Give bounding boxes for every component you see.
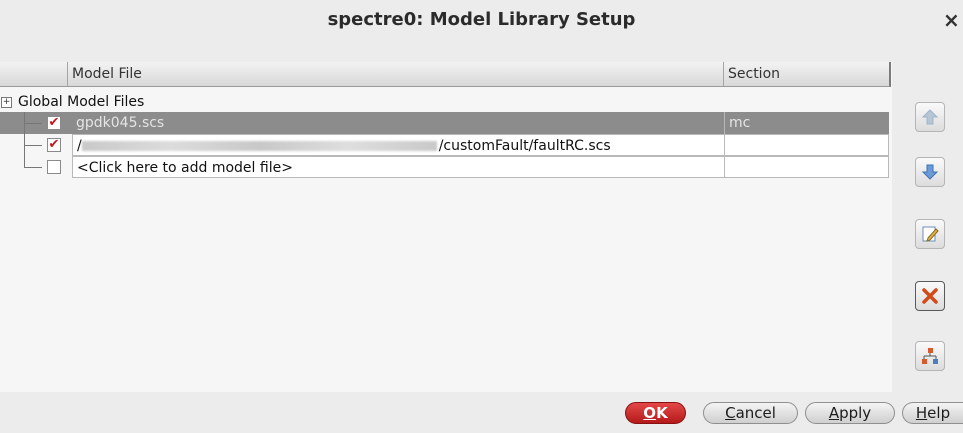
tree-connector bbox=[24, 112, 42, 134]
section-cell[interactable]: mc bbox=[724, 112, 889, 134]
redacted-path bbox=[81, 141, 437, 151]
ok-button[interactable]: OK bbox=[625, 402, 686, 424]
file-path-suffix: /customFault/faultRC.scs bbox=[438, 138, 611, 154]
section-cell[interactable] bbox=[724, 134, 889, 156]
global-model-files-group[interactable]: + Global Model Files bbox=[0, 93, 144, 111]
model-file-table: Model File Section + Global Model Files ✔… bbox=[0, 62, 892, 393]
window-title: spectre0: Model Library Setup bbox=[327, 9, 636, 30]
enable-checkbox[interactable]: ✔ bbox=[47, 138, 61, 152]
apply-button[interactable]: Apply bbox=[805, 402, 895, 424]
move-down-button[interactable] bbox=[915, 157, 945, 187]
title-bar: spectre0: Model Library Setup × bbox=[0, 0, 963, 46]
model-file-cell[interactable]: gpdk045.scs bbox=[72, 112, 724, 134]
column-header-section[interactable]: Section bbox=[724, 62, 889, 86]
delete-button[interactable] bbox=[915, 281, 945, 311]
close-icon[interactable]: × bbox=[943, 10, 960, 30]
group-label: Global Model Files bbox=[18, 94, 145, 110]
edit-icon bbox=[922, 226, 939, 242]
edit-button[interactable] bbox=[915, 219, 945, 249]
tree-icon bbox=[922, 348, 938, 364]
dialog-buttons: OK Cancel Apply Help bbox=[0, 392, 963, 433]
table-row[interactable]: ✔ //customFault/faultRC.scs bbox=[0, 134, 889, 156]
section-cell[interactable] bbox=[724, 156, 889, 178]
side-toolbar bbox=[896, 62, 963, 392]
table-row[interactable]: ✔ gpdk045.scs mc bbox=[0, 112, 889, 134]
help-button[interactable]: Help bbox=[902, 402, 963, 424]
table-header: Model File Section bbox=[0, 62, 891, 87]
move-up-button[interactable] bbox=[915, 102, 945, 132]
add-model-file-cell[interactable]: <Click here to add model file> bbox=[72, 156, 724, 178]
tree-connector bbox=[24, 156, 42, 178]
model-file-cell[interactable]: //customFault/faultRC.scs bbox=[72, 134, 724, 156]
expand-collapse-icon[interactable]: + bbox=[1, 96, 12, 108]
arrow-down-icon bbox=[921, 164, 939, 180]
cancel-button[interactable]: Cancel bbox=[703, 402, 798, 424]
table-row[interactable]: <Click here to add model file> bbox=[0, 156, 889, 178]
enable-checkbox[interactable] bbox=[47, 160, 61, 174]
tree-connector bbox=[24, 134, 42, 156]
delete-icon bbox=[922, 288, 938, 304]
column-header-checkbox[interactable] bbox=[0, 62, 68, 86]
hierarchy-button[interactable] bbox=[915, 341, 945, 371]
arrow-up-icon bbox=[921, 109, 939, 125]
column-header-model-file[interactable]: Model File bbox=[68, 62, 724, 86]
enable-checkbox[interactable]: ✔ bbox=[47, 116, 61, 130]
